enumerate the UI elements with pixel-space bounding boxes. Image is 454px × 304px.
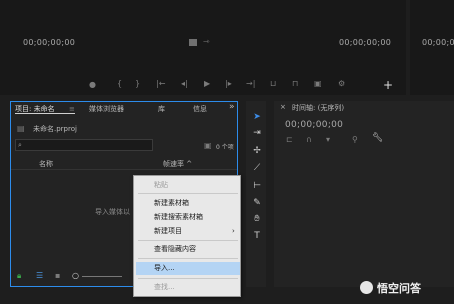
menu-item-new-item-label: 新建项目: [154, 227, 182, 235]
tab-library[interactable]: 库: [158, 104, 165, 114]
timeline-timecode[interactable]: 00;00;00;00: [285, 120, 343, 130]
source-timecode-right: 00;00;00;00: [339, 38, 392, 47]
timeline-settings-icon[interactable]: ⚲: [352, 136, 358, 144]
new-bin-from-search-icon[interactable]: ▣: [204, 142, 212, 150]
context-menu: 粘贴 新建素材箱 新建搜索素材箱 新建项目 › 查看隐藏内容 导入... 查找.…: [133, 175, 241, 297]
panel-menu-icon[interactable]: ≡: [69, 105, 75, 113]
overwrite-icon[interactable]: ⊓: [292, 80, 298, 88]
step-forward-icon[interactable]: |▸: [225, 80, 232, 88]
menu-item-new-search-bin[interactable]: 新建搜索素材箱: [134, 211, 242, 224]
snap-icon[interactable]: ⊏: [286, 136, 293, 144]
insert-icon[interactable]: ⊔: [270, 80, 276, 88]
menu-item-paste[interactable]: 粘贴: [134, 179, 242, 192]
marker-icon[interactable]: ●: [89, 81, 96, 89]
column-name[interactable]: 名称: [39, 159, 53, 169]
empty-hint: 导入媒体以: [95, 208, 130, 216]
menu-separator: [138, 278, 238, 279]
source-monitor: 00;00;00;00 ⇾ 00;00;00;00 ● { } |← ◂| ▶ …: [0, 0, 406, 95]
submenu-arrow-icon: ›: [232, 227, 235, 235]
menu-item-view-hidden[interactable]: 查看隐藏内容: [134, 243, 242, 256]
mark-out-icon[interactable]: }: [135, 80, 140, 88]
tab-project-underline: [15, 113, 75, 114]
timeline-close-button[interactable]: ×: [280, 103, 286, 111]
fit-dropdown[interactable]: [189, 39, 197, 46]
search-icon: ⌕: [18, 141, 22, 149]
project-file-icon: ▤: [17, 124, 25, 133]
ripple-edit-tool-icon[interactable]: ✢: [251, 145, 263, 157]
type-tool-icon[interactable]: T: [251, 230, 263, 242]
icon-view-icon[interactable]: ▪: [55, 272, 60, 280]
menu-item-new-item[interactable]: 新建项目 ›: [134, 225, 242, 238]
timeline-title: 时间轴: (无序列): [292, 104, 345, 112]
slip-tool-icon[interactable]: ⊢: [251, 180, 263, 192]
watermark-text: 悟空问答: [377, 282, 421, 295]
add-marker-icon[interactable]: ▾: [326, 136, 330, 144]
zoom-slider-track[interactable]: [82, 276, 122, 277]
razor-tool-icon[interactable]: ⟋: [251, 162, 263, 174]
go-to-out-icon[interactable]: →|: [246, 80, 255, 88]
add-button[interactable]: +: [383, 78, 393, 92]
program-timecode: 00;00;0: [422, 38, 454, 47]
menu-item-new-bin[interactable]: 新建素材箱: [134, 197, 242, 210]
step-back-icon[interactable]: ◂|: [181, 80, 188, 88]
mark-in-icon[interactable]: {: [117, 80, 122, 88]
tab-media-browser[interactable]: 媒体浏览器: [89, 104, 124, 114]
menu-separator: [138, 258, 238, 259]
menu-separator: [138, 240, 238, 241]
timeline-panel: × 时间轴: (无序列) 00;00;00;00 ⊏ ∩ ▾ ⚲ 🔧︎: [274, 101, 454, 287]
play-icon[interactable]: ▶: [204, 80, 210, 88]
export-frame-icon[interactable]: ▣: [314, 80, 322, 88]
settings-icon[interactable]: ⚙: [338, 80, 345, 88]
panel-overflow-button[interactable]: »: [229, 102, 235, 112]
track-select-tool-icon[interactable]: ⇥: [251, 127, 263, 139]
list-view-icon[interactable]: ☰: [36, 272, 43, 280]
selection-tool-icon[interactable]: ➤: [251, 111, 263, 123]
tab-info[interactable]: 信息: [193, 104, 207, 114]
hand-tool-icon[interactable]: ✋︎: [251, 213, 263, 225]
lock-icon[interactable]: 🔒︎: [17, 272, 21, 280]
fit-chevron-icon[interactable]: ⇾: [203, 38, 210, 46]
column-framerate[interactable]: 帧速率 ^: [163, 159, 192, 169]
linked-selection-icon[interactable]: ∩: [306, 136, 312, 144]
project-file-name: 未命名.prproj: [33, 125, 77, 133]
menu-separator: [138, 193, 238, 194]
item-count: 0 个项: [216, 144, 234, 151]
menu-item-import[interactable]: 导入...: [136, 262, 240, 275]
wrench-icon[interactable]: 🔧︎: [372, 134, 383, 143]
program-monitor: 00;00;0: [410, 0, 454, 95]
pen-tool-icon[interactable]: ✎: [251, 197, 263, 209]
go-to-in-icon[interactable]: |←: [156, 80, 165, 88]
watermark-logo-icon: [360, 281, 373, 294]
search-input[interactable]: ⌕: [15, 139, 153, 151]
menu-item-find[interactable]: 查找...: [134, 281, 242, 294]
source-timecode-left[interactable]: 00;00;00;00: [23, 38, 75, 47]
zoom-slider-handle[interactable]: ○: [72, 272, 79, 280]
